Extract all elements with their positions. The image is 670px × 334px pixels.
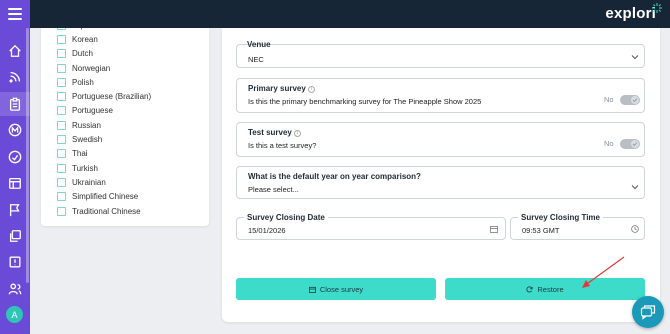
language-option[interactable]: Portuguese (Brazilian) [57,89,151,103]
m-badge-icon[interactable] [7,122,23,138]
language-list: Japanese Korean Dutch Norwegian Polish Portug… [57,28,151,218]
language-label: Portuguese [72,106,113,116]
chevron-down-icon [631,185,639,190]
default-year-label: What is the default year on year compari… [248,172,421,181]
gauge-icon[interactable] [7,149,23,165]
language-option[interactable]: Korean [57,32,151,46]
language-checkbox[interactable] [57,163,66,173]
test-survey-state: No [604,139,614,148]
language-checkbox[interactable] [57,177,66,187]
language-label: Dutch [72,49,93,59]
nav-scrollbar[interactable] [26,28,29,283]
language-label: Thai [72,149,88,159]
language-option[interactable]: Simplified Chinese [57,190,151,204]
language-option[interactable]: Russian [57,118,151,132]
venue-label: Venue [247,40,271,49]
closing-date-label: Survey Closing Date [244,213,328,222]
calendar-icon [308,286,316,293]
explori-logo[interactable]: explori [605,5,656,22]
language-checkbox[interactable] [57,49,66,59]
primary-survey-toggle[interactable] [620,95,640,105]
closing-date-value: 15/01/2026 [248,226,286,235]
primary-survey-row: Primary survey i Is this the primary benc… [236,78,645,113]
copy-icon[interactable] [7,228,23,244]
language-checkbox[interactable] [57,135,66,145]
language-label: Portuguese (Brazilian) [72,92,152,102]
users-icon[interactable] [7,281,23,297]
report-icon[interactable] [7,254,23,270]
restore-label: Restore [537,284,564,294]
language-checkbox[interactable] [57,92,66,102]
language-checkbox[interactable] [57,149,66,159]
close-survey-button[interactable]: Close survey [236,278,436,300]
closing-time-value: 09:53 GMT [522,226,560,235]
language-label: Korean [72,34,98,44]
chat-icon [640,305,656,320]
language-checkbox[interactable] [57,106,66,116]
language-option[interactable]: Swedish [57,132,151,146]
language-option[interactable]: Ukrainian [57,175,151,189]
default-year-placeholder: Please select... [248,185,299,194]
venue-value: NEC [248,55,264,64]
language-label: Japanese [72,28,107,30]
language-checkbox[interactable] [57,63,66,73]
primary-survey-question: Is this the primary benchmarking survey … [248,97,482,106]
language-option[interactable]: Traditional Chinese [57,204,151,218]
menu-icon[interactable] [8,8,22,20]
language-checkbox[interactable] [57,120,66,130]
closing-time-label: Survey Closing Time [518,213,603,222]
language-label: Simplified Chinese [72,192,139,202]
chevron-down-icon [631,55,639,60]
language-checkbox[interactable] [57,206,66,216]
language-label: Norwegian [72,63,111,73]
venue-select[interactable]: NEC [236,44,645,68]
calendar-icon[interactable] [490,225,498,233]
top-bar: explori [30,0,670,28]
language-checkbox[interactable] [57,192,66,202]
language-label: Traditional Chinese [72,206,141,216]
language-label: Polish [72,77,94,87]
language-option[interactable]: Portuguese [57,104,151,118]
refresh-icon [526,285,533,292]
language-option[interactable]: Thai [57,147,151,161]
language-label: Turkish [72,163,98,173]
clipboard-icon[interactable] [0,92,30,116]
clock-icon[interactable] [631,225,639,233]
language-option[interactable]: Norwegian [57,61,151,75]
side-nav-rail: A [0,0,30,334]
test-survey-question: Is this a test survey? [248,141,317,150]
language-label: Swedish [72,135,103,145]
avatar[interactable]: A [6,306,23,323]
test-survey-toggle[interactable] [620,139,640,149]
language-option[interactable]: Dutch [57,47,151,61]
language-checkbox[interactable] [57,34,66,44]
logo-burst-icon [652,3,662,13]
flag-icon[interactable] [7,202,23,218]
language-option[interactable]: Turkish [57,161,151,175]
primary-survey-state: No [604,95,614,104]
language-checklist-card: Japanese Korean Dutch Norwegian Polish Portug… [41,28,209,226]
chat-launcher-button[interactable] [632,296,664,328]
language-checkbox[interactable] [57,77,66,87]
primary-survey-label: Primary survey i [248,84,315,93]
test-survey-row: Test survey i Is this a test survey? No [236,122,645,157]
home-icon[interactable] [7,43,23,59]
annotation-arrow [582,256,625,288]
close-survey-label: Close survey [319,284,364,294]
test-survey-label: Test survey i [248,128,301,137]
language-option[interactable]: Polish [57,75,151,89]
language-label: Ukrainian [72,177,106,187]
rss-icon[interactable] [7,69,23,85]
calendar-icon[interactable] [7,175,23,191]
info-icon: i [307,86,315,93]
default-year-select[interactable]: What is the default year on year compari… [236,166,645,199]
info-icon: i [293,130,301,137]
language-checkbox[interactable] [57,28,66,30]
language-label: Russian [72,120,101,130]
